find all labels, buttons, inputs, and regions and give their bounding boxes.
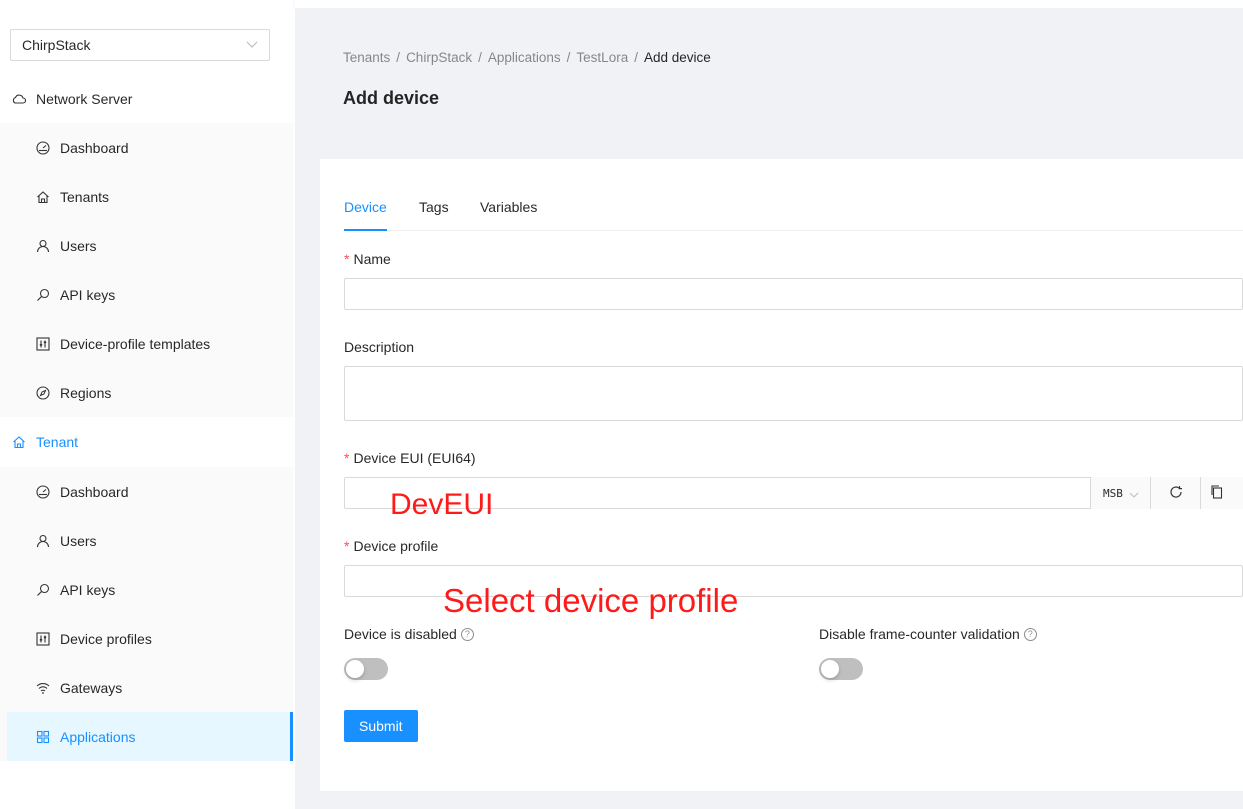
user-icon <box>36 239 50 253</box>
main-area: Tenants / ChirpStack / Applications / TestLora… <box>295 0 1243 809</box>
breadcrumb-separator: / <box>396 50 401 65</box>
tab-device[interactable]: Device <box>344 199 387 231</box>
required-mark: * <box>344 538 350 554</box>
question-circle-icon[interactable]: ? <box>460 627 474 641</box>
copy-icon <box>1211 484 1223 502</box>
sidebar: ChirpStack Network Server Dashboard Tena… <box>0 0 295 809</box>
copy-eui-button[interactable] <box>1200 477 1243 509</box>
name-label-text: Name <box>353 251 391 267</box>
sidebar-item-label: Regions <box>60 384 112 401</box>
reload-icon <box>1169 485 1183 502</box>
device-profile-label-text: Device profile <box>353 538 439 554</box>
dev-eui-label: * Device EUI (EUI64) <box>344 450 476 466</box>
skip-fcnt-label-text: Disable frame-counter validation <box>819 626 1020 642</box>
chevron-down-icon <box>246 38 258 52</box>
home-icon <box>12 435 26 449</box>
question-circle-icon[interactable]: ? <box>1023 627 1037 641</box>
top-bar <box>295 0 1243 8</box>
control-icon <box>36 631 50 646</box>
network-server-submenu: Dashboard Tenants Users API keys Device-… <box>0 123 293 417</box>
sidebar-item-label: Dashboard <box>60 139 129 156</box>
required-mark: * <box>344 251 350 267</box>
appstore-icon <box>36 730 50 744</box>
control-icon <box>36 336 50 351</box>
breadcrumb-tenant[interactable]: ChirpStack <box>406 50 472 65</box>
dashboard-icon <box>36 140 50 155</box>
breadcrumb-current: Add device <box>643 50 711 65</box>
form-card: Device Tags Variables * Name Description … <box>320 159 1243 791</box>
byte-order-value: MSB <box>1103 486 1123 500</box>
description-label: Description <box>344 339 415 355</box>
device-disabled-switch[interactable] <box>344 658 388 680</box>
dev-eui-label-text: Device EUI (EUI64) <box>353 450 476 466</box>
menu-group-tenant[interactable]: Tenant <box>0 420 293 464</box>
menu-group-network-server[interactable]: Network Server <box>0 77 293 121</box>
page-title: Add device <box>343 88 440 108</box>
sidebar-item-label: Gateways <box>60 679 123 696</box>
menu-group-label: Tenant <box>36 434 79 450</box>
tab-tags[interactable]: Tags <box>419 199 449 231</box>
compass-icon <box>36 385 50 400</box>
sidebar-item-label: Device profiles <box>60 630 152 647</box>
sidebar-item-tenants[interactable]: Tenants <box>0 172 293 221</box>
dashboard-icon <box>36 484 50 499</box>
sidebar-item-label: API keys <box>60 581 116 598</box>
submit-button[interactable]: Submit <box>344 710 418 742</box>
device-profile-label: * Device profile <box>344 538 438 554</box>
sidebar-item-ns-users[interactable]: Users <box>0 221 293 270</box>
sidebar-item-label: Tenants <box>60 188 110 205</box>
sidebar-item-gateways[interactable]: Gateways <box>0 663 293 712</box>
breadcrumb-separator: / <box>478 50 482 65</box>
byte-order-select[interactable]: MSB <box>1090 477 1150 509</box>
device-disabled-label: Device is disabled? <box>344 626 474 642</box>
annotation-device-profile: Select device profile <box>443 582 739 619</box>
sidebar-item-device-profiles[interactable]: Device profiles <box>0 614 293 663</box>
sidebar-item-label: Applications <box>60 728 136 745</box>
tenant-submenu: Dashboard Users API keys Device profiles… <box>0 467 293 761</box>
sidebar-item-tenant-dashboard[interactable]: Dashboard <box>0 467 293 516</box>
user-icon <box>36 534 50 548</box>
sidebar-item-tenant-api-keys[interactable]: API keys <box>0 565 293 614</box>
sidebar-item-label: Dashboard <box>60 483 129 500</box>
sidebar-item-applications[interactable]: Applications <box>7 712 293 761</box>
breadcrumb: Tenants / ChirpStack / Applications / TestLora… <box>343 50 711 65</box>
name-label: * Name <box>344 251 391 267</box>
tabs: Device Tags Variables <box>344 199 1243 231</box>
description-textarea[interactable] <box>344 366 1243 421</box>
sidebar-item-device-profile-templates[interactable]: Device-profile templates <box>0 319 293 368</box>
wifi-icon <box>36 681 50 695</box>
sidebar-item-label: API keys <box>60 286 116 303</box>
sidebar-item-label: Users <box>60 237 97 254</box>
switch-knob <box>346 660 364 678</box>
cloud-icon <box>12 92 26 106</box>
tab-variables[interactable]: Variables <box>480 199 537 231</box>
generate-eui-button[interactable] <box>1150 477 1200 509</box>
breadcrumb-applications[interactable]: Applications <box>488 50 561 65</box>
sidebar-item-ns-api-keys[interactable]: API keys <box>0 270 293 319</box>
chevron-down-icon <box>1129 485 1139 501</box>
sidebar-item-ns-dashboard[interactable]: Dashboard <box>0 123 293 172</box>
menu-group-label: Network Server <box>36 91 133 107</box>
breadcrumb-separator: / <box>566 50 571 65</box>
breadcrumb-application[interactable]: TestLora <box>576 50 628 65</box>
required-mark: * <box>344 450 350 466</box>
name-input[interactable] <box>344 278 1243 310</box>
device-disabled-label-text: Device is disabled <box>344 626 457 642</box>
sidebar-item-regions[interactable]: Regions <box>0 368 293 417</box>
annotation-dev-eui: DevEUI <box>390 488 494 521</box>
switch-knob <box>821 660 839 678</box>
sidebar-item-tenant-users[interactable]: Users <box>0 516 293 565</box>
breadcrumb-tenants[interactable]: Tenants <box>343 50 390 65</box>
tenant-select-value: ChirpStack <box>22 37 91 53</box>
sidebar-item-label: Users <box>60 532 97 549</box>
home-icon <box>36 190 50 204</box>
key-icon <box>36 288 50 302</box>
key-icon <box>36 583 50 597</box>
sidebar-item-label: Device-profile templates <box>60 335 211 352</box>
skip-fcnt-label: Disable frame-counter validation? <box>819 626 1037 642</box>
skip-fcnt-switch[interactable] <box>819 658 863 680</box>
breadcrumb-separator: / <box>634 50 638 65</box>
page-header: Tenants / ChirpStack / Applications / TestLora… <box>295 8 1243 160</box>
tenant-select[interactable]: ChirpStack <box>10 29 270 61</box>
